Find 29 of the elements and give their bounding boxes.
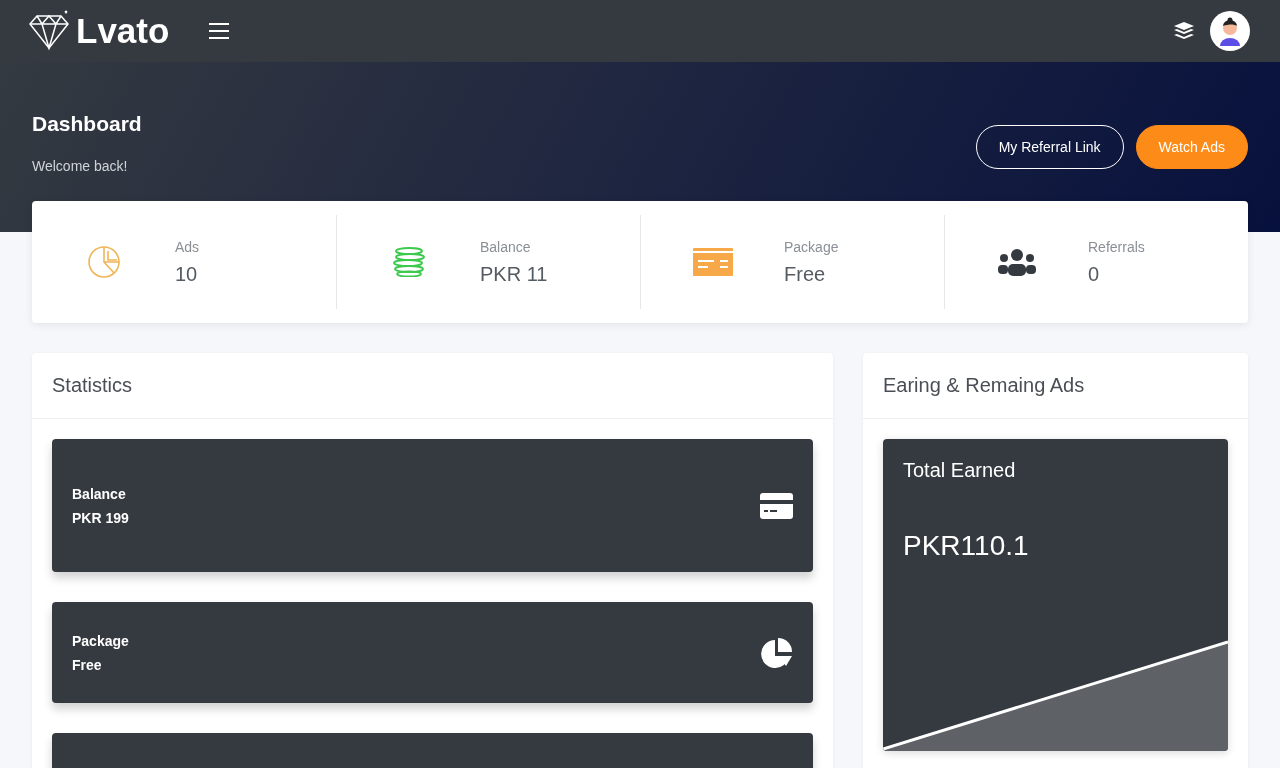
pie-chart-icon bbox=[761, 637, 793, 668]
earnings-amount: PKR110.1 bbox=[903, 530, 1030, 562]
coins-icon bbox=[391, 247, 426, 277]
stat-value: 0 bbox=[1088, 262, 1101, 286]
diamond-logo-icon bbox=[28, 10, 70, 52]
credit-card-icon bbox=[692, 248, 733, 276]
credit-card-icon bbox=[760, 492, 793, 519]
page-title: Dashboard bbox=[32, 112, 142, 136]
brand-name: Lvato bbox=[76, 11, 170, 51]
pie-chart-icon bbox=[86, 245, 121, 279]
tile-label: Package bbox=[72, 632, 129, 649]
users-icon bbox=[996, 248, 1037, 276]
tile-value: Free bbox=[72, 656, 103, 673]
tile-label: Balance bbox=[72, 485, 127, 502]
earnings-title: Total Earned bbox=[903, 459, 1017, 482]
tile-value: PKR 199 bbox=[72, 509, 129, 526]
panel-title: Statistics bbox=[52, 374, 133, 397]
stat-label: Balance bbox=[480, 238, 532, 255]
stat-value: Free bbox=[784, 262, 827, 286]
user-avatar[interactable] bbox=[1210, 11, 1250, 51]
stat-value: PKR 11 bbox=[480, 262, 548, 286]
menu-button[interactable] bbox=[209, 23, 230, 39]
stat-label: Referrals bbox=[1088, 238, 1145, 255]
layers-button[interactable] bbox=[1174, 22, 1194, 40]
panel-title: Earing & Remaing Ads bbox=[883, 374, 1085, 397]
stat-value: 10 bbox=[175, 262, 199, 286]
stat-label: Ads bbox=[175, 238, 200, 255]
stat-label: Package bbox=[784, 238, 839, 255]
welcome-text: Welcome back! bbox=[32, 158, 129, 174]
